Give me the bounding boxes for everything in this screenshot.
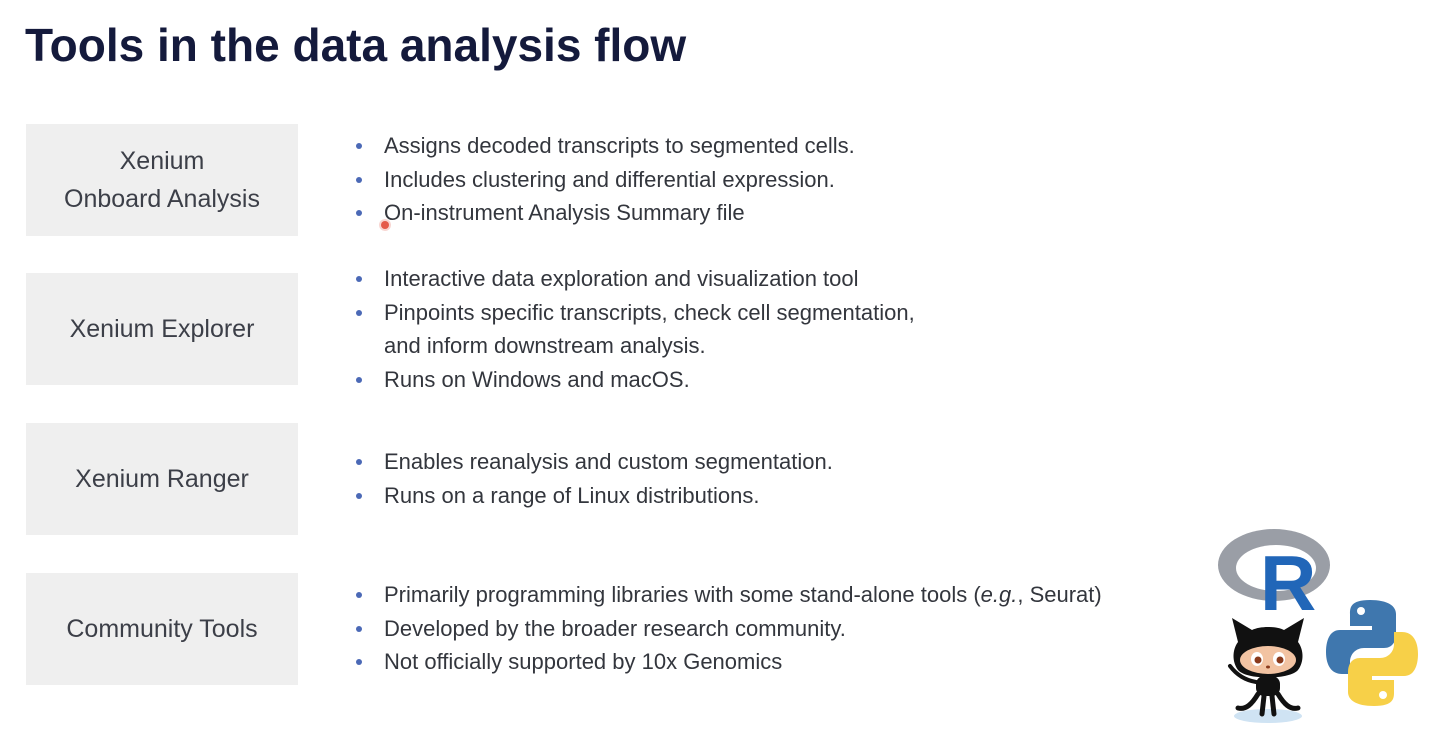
- bullet-list-xenium-explorer: Interactive data exploration and visuali…: [355, 262, 915, 396]
- bullet-dot-icon: [356, 592, 362, 598]
- bullet-dot-icon: [356, 309, 362, 316]
- bullet-dot-icon: [356, 625, 362, 632]
- list-item: Includes clustering and differential exp…: [355, 163, 855, 197]
- bullet-dot-icon: [356, 492, 362, 499]
- list-item: Not officially supported by 10x Genomics: [355, 645, 1102, 679]
- svg-text:R: R: [1260, 539, 1316, 627]
- list-item: Enables reanalysis and custom segmentati…: [355, 445, 833, 479]
- tool-name-line: Xenium: [119, 147, 205, 175]
- logo-cluster: R: [1218, 529, 1418, 723]
- bullet-dot-icon: [356, 376, 362, 383]
- tool-name: Xenium Ranger: [75, 465, 249, 493]
- bullet-list-xenium-ranger: Enables reanalysis and custom segmentati…: [355, 445, 833, 512]
- bullet-dot-icon: [356, 659, 362, 665]
- github-octocat-icon: [1228, 618, 1304, 723]
- bullet-dot-icon: [356, 459, 362, 465]
- tool-box-xenium-explorer: Xenium Explorer: [26, 273, 298, 385]
- r-logo-icon: R: [1218, 529, 1330, 627]
- tool-name-line: Onboard Analysis: [64, 185, 260, 213]
- bullet-dot-icon: [356, 276, 362, 282]
- list-item: Runs on Windows and macOS.: [355, 363, 915, 397]
- tool-box-onboard-analysis: Xenium Onboard Analysis: [26, 124, 298, 236]
- bullet-dot-icon: [356, 210, 362, 216]
- tool-box-community-tools: Community Tools: [26, 573, 298, 685]
- list-item: Pinpoints specific transcripts, check ce…: [355, 296, 915, 363]
- python-logo-icon: [1326, 600, 1418, 706]
- list-item: Interactive data exploration and visuali…: [355, 262, 915, 296]
- list-item: Assigns decoded transcripts to segmented…: [355, 129, 855, 163]
- list-item: Runs on a range of Linux distributions.: [355, 479, 833, 513]
- bullet-dot-icon: [356, 143, 362, 149]
- list-item: On-instrument Analysis Summary file: [355, 196, 855, 230]
- tool-name: Community Tools: [66, 615, 258, 643]
- bullet-dot-icon: [356, 176, 362, 183]
- slide-title: Tools in the data analysis flow: [25, 19, 687, 71]
- pointer-cursor-icon: [381, 221, 389, 229]
- bullet-list-onboard-analysis: Assigns decoded transcripts to segmented…: [355, 129, 855, 230]
- tool-box-xenium-ranger: Xenium Ranger: [26, 423, 298, 535]
- tool-name: Xenium Explorer: [69, 315, 255, 343]
- list-item: Developed by the broader research commun…: [355, 612, 1102, 646]
- list-item: Primarily programming libraries with som…: [355, 578, 1102, 612]
- bullet-list-community-tools: Primarily programming libraries with som…: [355, 578, 1102, 679]
